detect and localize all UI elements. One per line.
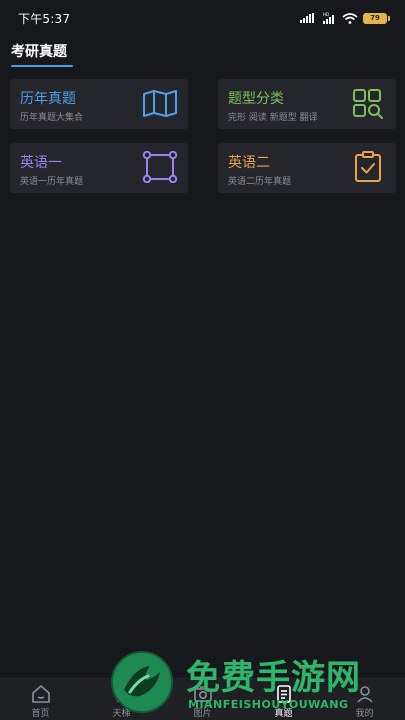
nav-item-past-papers[interactable]: 真题: [243, 679, 324, 720]
card-english-two[interactable]: 英语二 英语二历年真题: [218, 143, 396, 193]
camera-icon: [193, 684, 213, 704]
wifi-icon: [342, 12, 358, 24]
user-icon: [355, 684, 375, 704]
status-bar: 下午5:37 HD 79: [0, 0, 405, 36]
cellular-signal-icon: [300, 13, 318, 23]
bottom-navigation: 首页 天梯 图片 真题 我的: [0, 678, 405, 720]
tab-kaoyan-zhenti[interactable]: 考研真题: [11, 40, 67, 61]
grid-search-icon: [350, 87, 386, 119]
nav-label: 我的: [355, 709, 374, 719]
card-title: 英语一: [20, 155, 62, 171]
card-subtitle: 英语一历年真题: [20, 177, 84, 187]
home-icon: [31, 684, 51, 704]
nav-item-ladder[interactable]: 天梯: [81, 679, 162, 720]
status-icons: HD 79: [300, 12, 390, 24]
cellular-signal-icon-2: HD: [323, 12, 337, 24]
active-tab-indicator: [11, 65, 73, 67]
document-icon: [274, 684, 294, 704]
card-subtitle: 历年真题大集合: [20, 113, 84, 123]
nav-item-home[interactable]: 首页: [0, 679, 81, 720]
svg-text:HD: HD: [323, 12, 329, 17]
select-frame-icon: [142, 151, 178, 183]
ladder-icon: [112, 684, 132, 704]
nav-item-mine[interactable]: 我的: [324, 679, 405, 720]
nav-label: 天梯: [112, 709, 131, 719]
card-title: 题型分类: [228, 91, 284, 107]
map-icon: [142, 87, 178, 119]
clipboard-check-icon: [350, 151, 386, 183]
header-tabs: 考研真题: [11, 40, 73, 68]
nav-label: 图片: [193, 709, 212, 719]
battery-icon: 79: [363, 12, 390, 24]
nav-label: 真题: [274, 709, 293, 719]
card-title: 历年真题: [20, 91, 76, 107]
nav-item-photo[interactable]: 图片: [162, 679, 243, 720]
status-time: 下午5:37: [18, 11, 71, 26]
card-title: 英语二: [228, 155, 270, 171]
card-english-one[interactable]: 英语一 英语一历年真题: [10, 143, 188, 193]
card-subtitle: 英语二历年真题: [228, 177, 292, 187]
nav-label: 首页: [31, 709, 50, 719]
card-subtitle: 完形 阅读 新题型 翻译: [228, 113, 318, 123]
card-past-papers[interactable]: 历年真题 历年真题大集合: [10, 79, 188, 129]
card-question-types[interactable]: 题型分类 完形 阅读 新题型 翻译: [218, 79, 396, 129]
